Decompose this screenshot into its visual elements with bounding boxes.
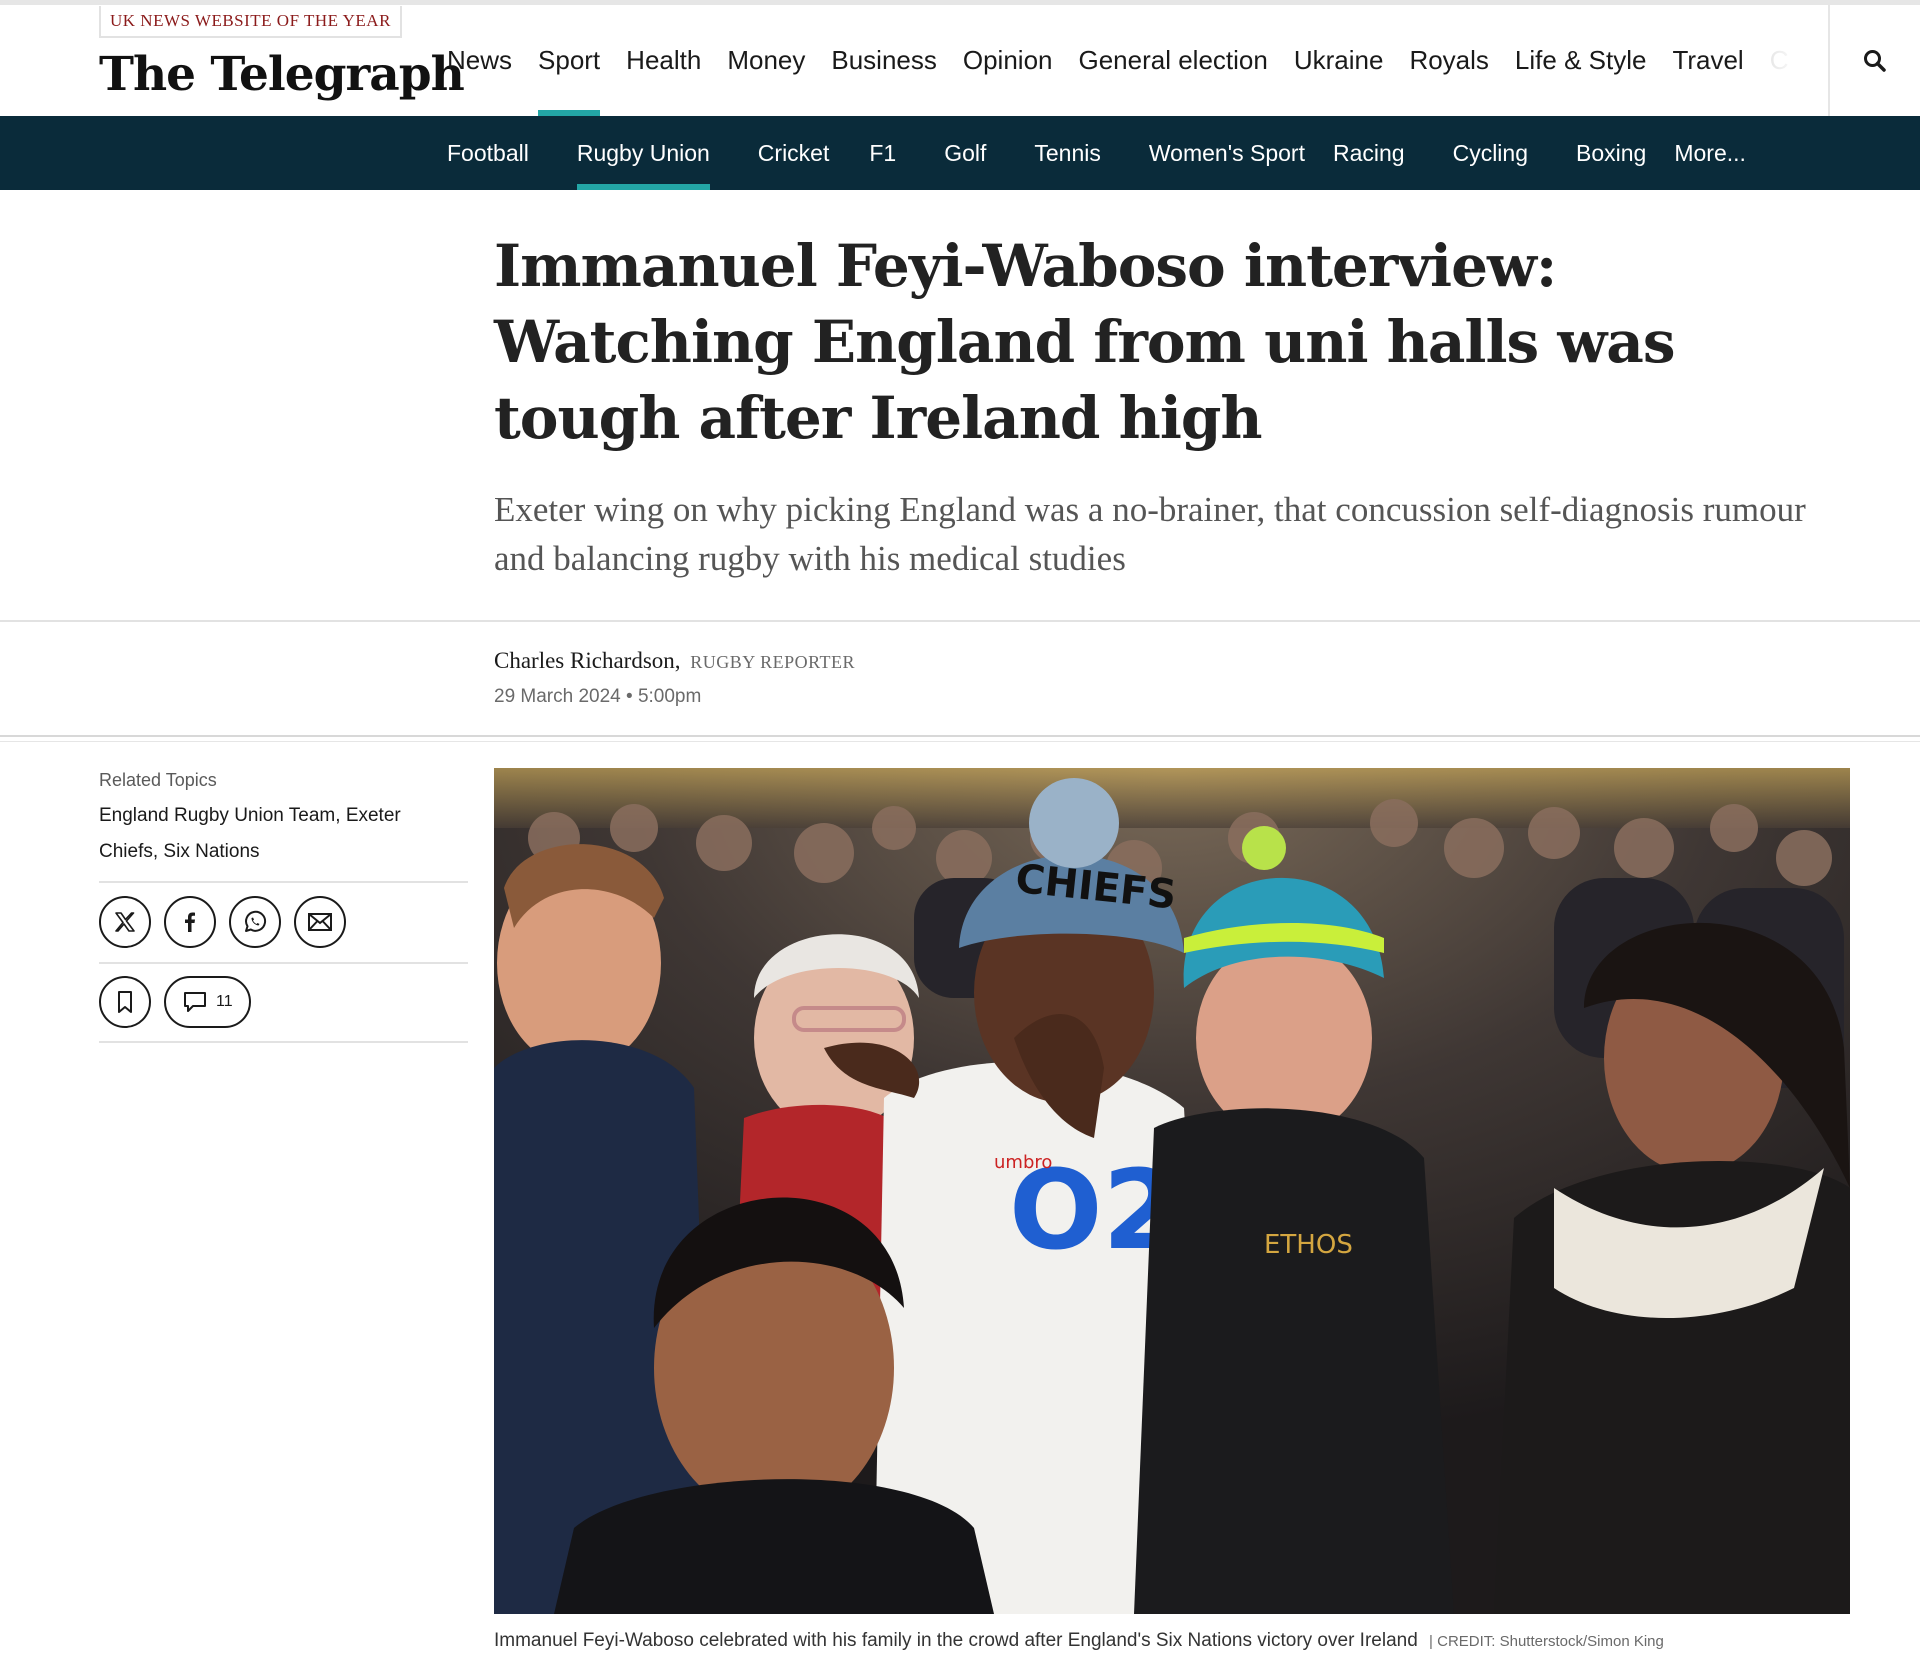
related-topic-link[interactable]: England Rugby Union Team [99,805,335,826]
nav-item-opinion[interactable]: Opinion [950,5,1066,116]
facebook-icon [185,912,195,932]
subnav-item-more-[interactable]: More... [1674,116,1746,190]
sidebar-divider [99,881,468,883]
nav-item-news[interactable]: News [447,5,525,116]
article-standfirst: Exeter wing on why picking England was a… [494,490,1806,578]
award-badge: UK NEWS WEBSITE OF THE YEAR [99,6,402,38]
topic-separator: , [335,805,346,826]
caption-text: Immanuel Feyi-Waboso celebrated with his… [494,1630,1418,1651]
divider [0,735,1920,737]
related-topic-link[interactable]: Six Nations [163,841,259,862]
share-x-button[interactable] [99,896,151,948]
nav-item-life-style[interactable]: Life & Style [1502,5,1660,116]
email-icon [308,913,332,931]
x-icon [115,912,135,932]
nav-item-health[interactable]: Health [613,5,714,116]
whatsapp-icon [245,910,267,932]
photo-caption: Immanuel Feyi-Waboso celebrated with his… [494,1630,1664,1652]
search-button[interactable] [1828,5,1920,116]
related-topics-list: England Rugby Union Team, Exeter Chiefs,… [99,798,429,870]
subnav-item-cricket[interactable]: Cricket [758,116,830,190]
nav-fade [1740,5,1828,116]
divider [0,620,1920,622]
comments-button[interactable]: 11 [164,976,251,1028]
main-nav: News Sport Health Money Business Opinion Gener… [447,5,1802,116]
nav-item-royals[interactable]: Royals [1396,5,1501,116]
site-header: UK NEWS WEBSITE OF THE YEAR The Telegrap… [0,5,1920,116]
bookmark-icon [118,991,132,1013]
subnav-item-cycling[interactable]: Cycling [1453,116,1528,190]
topic-separator: , [152,841,164,862]
celebration-photo: CHIEFS O2 umbro ETHOS [494,768,1850,1614]
share-facebook-button[interactable] [164,896,216,948]
subnav-item-rugby-union[interactable]: Rugby Union [576,116,710,190]
author-name[interactable]: Charles Richardson, [494,648,681,673]
nav-item-ukraine[interactable]: Ukraine [1281,5,1397,116]
related-topics-label: Related Topics [99,770,217,790]
kit-brand: umbro [994,1152,1052,1173]
subnav-links: Football Rugby Union Cricket F1 Golf Tennis Wo… [447,116,1746,190]
nav-item-business[interactable]: Business [818,5,950,116]
subnav-item-women-s-sport[interactable]: Women's Sport [1149,116,1305,190]
byline: Charles Richardson, RUGBY REPORTER [494,648,855,674]
sidebar-divider [99,1041,468,1043]
subnav-item-boxing[interactable]: Boxing [1576,116,1646,190]
divider [0,741,1920,742]
jacket-text: ETHOS [1264,1230,1353,1260]
comment-count: 11 [216,993,233,1010]
subnav-item-racing[interactable]: Racing [1333,116,1405,190]
author-role: RUGBY REPORTER [690,652,856,672]
telegraph-logo[interactable]: The Telegraph [99,47,465,102]
subnav-item-f1[interactable]: F1 [869,116,896,190]
sport-subnav: Football Rugby Union Cricket F1 Golf Tennis Wo… [0,116,1920,190]
search-icon [1864,49,1886,72]
subnav-item-tennis[interactable]: Tennis [1034,116,1100,190]
comment-icon [184,992,206,1012]
share-email-button[interactable] [294,896,346,948]
article-headline: Immanuel Feyi-Waboso interview: Watching… [494,232,1676,452]
subnav-item-football[interactable]: Football [447,116,529,190]
nav-item-money[interactable]: Money [714,5,818,116]
nav-item-general-election[interactable]: General election [1066,5,1281,116]
publish-date: 29 March 2024 • 5:00pm [494,686,702,707]
sidebar-divider [99,962,468,964]
article-photo[interactable]: CHIEFS O2 umbro ETHOS [494,768,1850,1614]
subnav-item-golf[interactable]: Golf [944,116,986,190]
bookmark-button[interactable] [99,976,151,1028]
share-whatsapp-button[interactable] [229,896,281,948]
nav-item-sport[interactable]: Sport [525,5,613,116]
photo-credit: | CREDIT: Shutterstock/Simon King [1429,1633,1664,1650]
